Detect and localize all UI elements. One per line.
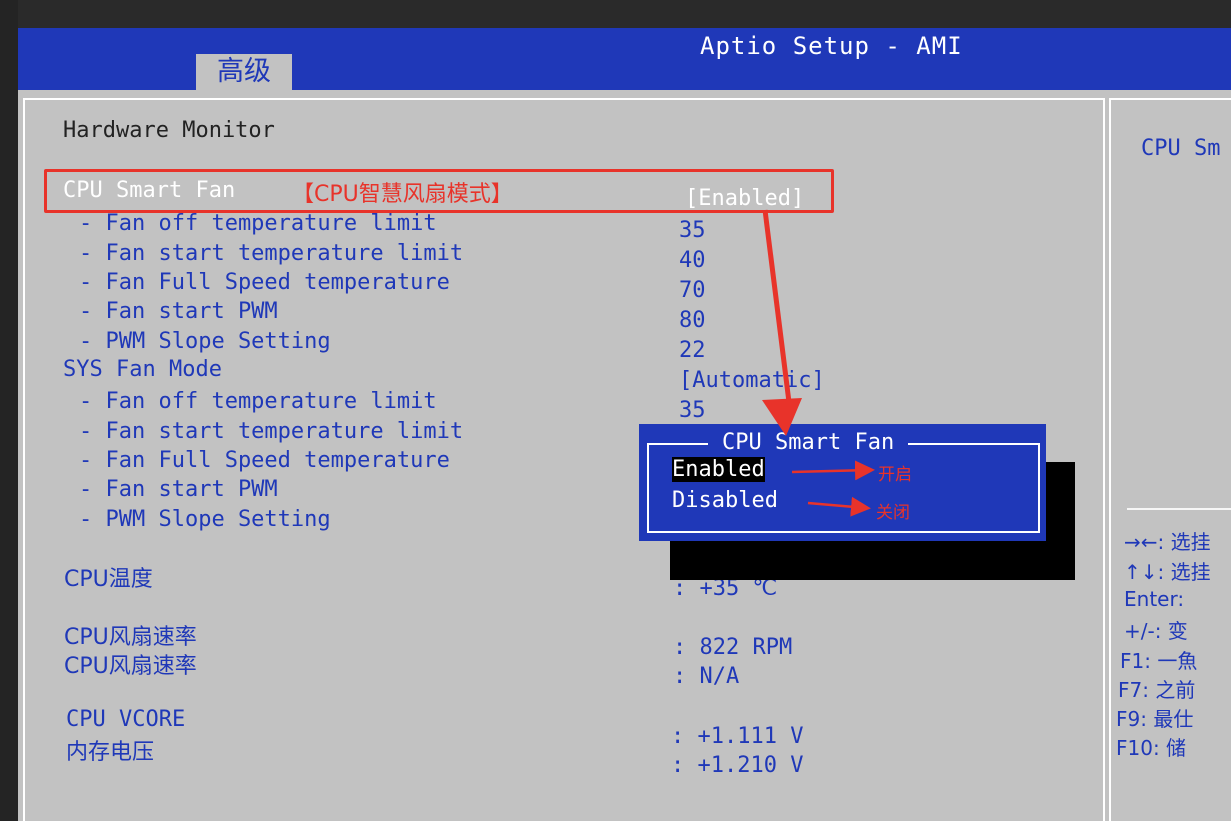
- arrow-disabled-note: [807, 496, 871, 517]
- annotation-enabled-note: 开启: [878, 465, 912, 485]
- help-key: F7: 之前: [1118, 678, 1196, 702]
- bios-screen: Aptio Setup - AMI 高级 Hardware Monitor CP…: [0, 0, 1231, 821]
- help-key: F10: 储: [1116, 736, 1187, 760]
- help-key: +/-: 变: [1124, 619, 1188, 643]
- help-key: ↑↓: 选挂: [1124, 560, 1211, 584]
- annotation-disabled-note: 关闭: [876, 503, 910, 523]
- help-description: CPU Sm: [1141, 136, 1221, 161]
- help-key: F9: 最仕: [1116, 707, 1194, 731]
- arrow-to-popup: [762, 209, 802, 436]
- help-key: Enter:: [1124, 587, 1185, 611]
- annotation-arrows: [762, 209, 875, 517]
- arrow-enabled-note: [791, 460, 875, 481]
- help-key: F1: 一魚: [1120, 649, 1198, 673]
- help-key: →←: 选挂: [1124, 530, 1211, 554]
